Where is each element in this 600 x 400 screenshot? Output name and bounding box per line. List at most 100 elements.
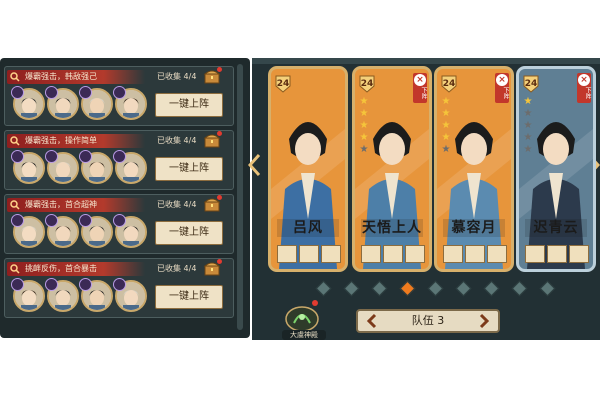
element-badge-icon (45, 150, 58, 163)
equipment-slot-icon[interactable] (569, 245, 589, 263)
star-rating: ★ ★ ★ ★ ★ (523, 97, 535, 157)
element-badge-icon (113, 86, 126, 99)
page-dot[interactable] (371, 280, 388, 297)
remove-hero-button[interactable]: × 下阵 (495, 73, 509, 103)
hero-card[interactable]: 24 ★ ★ ★ ★ ★ × 下阵 迟青云 (516, 66, 596, 272)
element-badge-icon (45, 278, 58, 291)
equipment-slot-icon[interactable] (465, 245, 485, 263)
name-plate: 迟青云 (525, 219, 587, 237)
close-icon: × (414, 74, 426, 86)
lineup-top-edge (252, 58, 600, 64)
equipment-row (443, 245, 507, 263)
skill-label: 大虞神殿 (282, 330, 326, 340)
element-badge-icon (79, 86, 92, 99)
chevron-left-icon[interactable] (248, 154, 262, 176)
page-dot[interactable] (483, 280, 500, 297)
page-dot[interactable] (427, 280, 444, 297)
deploy-all-button[interactable]: 一键上阵 (155, 93, 223, 117)
search-icon (10, 264, 20, 274)
hero-level: 24 (524, 79, 538, 89)
name-plate: 天悟上人 (361, 219, 423, 237)
element-badge-icon (113, 278, 126, 291)
page-dot[interactable] (539, 280, 556, 297)
team-tag: 挑衅反伤，首合暴击 (7, 262, 145, 276)
search-icon (10, 200, 20, 210)
element-badge-icon (11, 278, 24, 291)
equipment-slot-icon[interactable] (487, 245, 507, 263)
equipment-slot-icon[interactable] (299, 245, 319, 263)
hero-portrait-row (11, 86, 149, 120)
close-icon: × (578, 74, 590, 86)
notification-dot (217, 195, 222, 200)
equipment-slot-icon[interactable] (383, 245, 403, 263)
equipment-slot-icon[interactable] (321, 245, 341, 263)
hero-card[interactable]: 24 ★ ★ ★ ★ ★ × 下阵 天悟上人 (352, 66, 432, 272)
team-selector[interactable]: 队伍 3 (356, 309, 500, 333)
star-icon: ★ (523, 144, 533, 155)
skill-emblem-icon[interactable] (282, 303, 322, 333)
equipment-slot-icon[interactable] (547, 245, 567, 263)
page-dot[interactable] (455, 280, 472, 297)
collected-count: 已收集 4/4 (157, 200, 197, 209)
remove-label: 下阵 (502, 87, 509, 99)
star-icon: ★ (359, 108, 369, 119)
hero-name: 吕风 (293, 220, 323, 236)
element-badge-icon (45, 214, 58, 227)
star-icon: ★ (359, 144, 369, 155)
team-tag-text: 爆霸强击，韩敌强己 (25, 72, 97, 81)
element-badge-icon (11, 214, 24, 227)
page-indicator (315, 280, 558, 297)
page-dot[interactable] (315, 280, 332, 297)
team-tag: 爆霸强击，首合超神 (7, 198, 145, 212)
deploy-all-button[interactable]: 一键上阵 (155, 285, 223, 309)
deploy-all-button[interactable]: 一键上阵 (155, 157, 223, 181)
deploy-all-button[interactable]: 一键上阵 (155, 221, 223, 245)
team-card: 爆霸强击，首合超神 已收集 4/4 一键上阵 (4, 194, 234, 254)
collected-count: 已收集 4/4 (157, 264, 197, 273)
page-dot[interactable] (399, 280, 416, 297)
equipment-row (277, 245, 341, 263)
close-icon: × (496, 74, 508, 86)
hero-level: 24 (360, 79, 374, 89)
star-icon: ★ (441, 144, 451, 155)
equipment-row (525, 245, 589, 263)
element-badge-icon (11, 86, 24, 99)
remove-label: 下阵 (584, 87, 591, 99)
star-icon: ★ (359, 120, 369, 131)
notification-dot (217, 67, 222, 72)
equipment-slot-icon[interactable] (277, 245, 297, 263)
hero-portrait-row (11, 150, 149, 184)
team-label: 队伍 3 (411, 314, 445, 327)
element-badge-icon (79, 278, 92, 291)
team-tag: 爆霸强击，韩敌强己 (7, 70, 145, 84)
equipment-slot-icon[interactable] (525, 245, 545, 263)
equipment-row (361, 245, 425, 263)
equipment-slot-icon[interactable] (361, 245, 381, 263)
hero-card[interactable]: 24 吕风 (268, 66, 348, 272)
notification-dot (217, 259, 222, 264)
page-dot[interactable] (511, 280, 528, 297)
remove-label: 下阵 (420, 87, 427, 99)
remove-hero-button[interactable]: × 下阵 (577, 73, 591, 103)
page-dot[interactable] (343, 280, 360, 297)
star-rating: ★ ★ ★ ★ ★ (441, 97, 453, 157)
team-tag-text: 爆霸强击，首合超神 (25, 200, 97, 209)
star-icon: ★ (523, 132, 533, 143)
star-icon: ★ (359, 132, 369, 143)
equipment-slot-icon[interactable] (405, 245, 425, 263)
hero-level: 24 (442, 79, 456, 89)
panel-scrollbar[interactable] (237, 64, 243, 330)
hero-portrait (271, 122, 345, 269)
chevron-left-icon[interactable] (364, 313, 380, 329)
notification-dot (312, 300, 318, 306)
chevron-right-icon[interactable] (476, 313, 492, 329)
star-icon: ★ (523, 120, 533, 131)
hero-name: 慕容月 (451, 220, 497, 236)
remove-hero-button[interactable]: × 下阵 (413, 73, 427, 103)
star-icon: ★ (441, 120, 451, 131)
hero-card[interactable]: 24 ★ ★ ★ ★ ★ × 下阵 慕容月 (434, 66, 514, 272)
hero-portrait-row (11, 214, 149, 248)
team-card: 爆霸强击，韩敌强己 已收集 4/4 一键上阵 (4, 66, 234, 126)
equipment-slot-icon[interactable] (443, 245, 463, 263)
team-tag: 爆霸强击，操作简单 (7, 134, 145, 148)
